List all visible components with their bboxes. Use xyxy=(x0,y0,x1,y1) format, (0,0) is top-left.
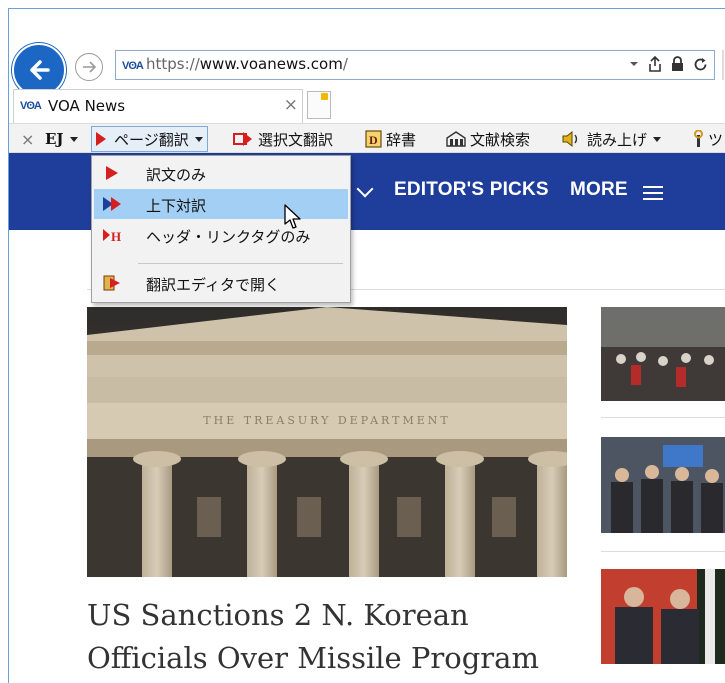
tools-button[interactable]: ツ xyxy=(692,128,723,150)
header-translate-icon: H xyxy=(103,229,121,244)
ej-label: EJ xyxy=(45,130,64,148)
meeting-photo xyxy=(601,437,725,533)
menu-separator xyxy=(138,263,343,264)
dictionary-icon: D xyxy=(365,130,382,148)
tab-close-icon[interactable]: × xyxy=(284,95,298,115)
site-favicon-icon: VʘA xyxy=(122,60,144,72)
selection-translate-icon xyxy=(233,132,252,146)
translation-editor-icon xyxy=(103,275,120,291)
tab-voa-news[interactable]: VʘA VOA News × xyxy=(13,89,303,123)
literature-search-button[interactable]: 文献検索 xyxy=(445,128,530,150)
address-divider xyxy=(722,50,724,80)
browser-window: VʘA https://www.voanews.com/ VʘA VOA New… xyxy=(8,8,725,683)
menu-item-label: 翻訳エディタで開く xyxy=(146,276,280,294)
refresh-icon[interactable] xyxy=(693,57,708,72)
inscription-text: THE TREASURY DEPARTMENT xyxy=(203,414,450,427)
parallel-translate-icon xyxy=(103,197,121,211)
hamburger-menu-icon[interactable] xyxy=(643,186,663,204)
mouse-cursor-icon xyxy=(284,204,301,229)
speaker-icon xyxy=(562,130,578,148)
chevron-down-icon xyxy=(194,136,203,142)
read-aloud-label: 読み上げ xyxy=(587,130,648,149)
translation-toolbar: × EJ ページ翻訳 選択文翻訳 D 辞書 文献検索 読み上げ ツ xyxy=(9,123,725,153)
menu-item-parallel-translation[interactable]: 上下対訳 xyxy=(94,189,348,219)
new-tab-button[interactable] xyxy=(307,91,331,119)
selection-translate-label: 選択文翻訳 xyxy=(258,130,334,149)
tab-favicon-icon: VʘA xyxy=(20,100,42,112)
toolbar-close-icon[interactable]: × xyxy=(21,128,34,150)
ej-menu-button[interactable]: EJ xyxy=(45,128,78,150)
tools-label: ツ xyxy=(708,130,724,149)
lock-icon[interactable] xyxy=(671,56,684,72)
menu-item-header-link-only[interactable]: H ヘッダ・リンクタグのみ xyxy=(94,220,348,250)
dictionary-button[interactable]: D 辞書 xyxy=(365,128,416,150)
thumbnail-divider xyxy=(601,551,725,552)
forward-button[interactable] xyxy=(75,53,103,81)
page-translate-label: ページ翻訳 xyxy=(114,130,189,149)
literature-search-icon xyxy=(446,131,466,147)
crowd-photo xyxy=(601,307,725,401)
chevron-down-icon xyxy=(69,136,78,142)
headline-line-1: US Sanctions 2 N. Korean xyxy=(87,598,469,632)
page-translate-button[interactable]: ページ翻訳 xyxy=(91,126,208,152)
dropdown-icon[interactable] xyxy=(629,60,639,68)
menu-item-translation-only[interactable]: 訳文のみ xyxy=(94,158,348,188)
navigation-bar: VʘA https://www.voanews.com/ xyxy=(9,9,725,99)
chevron-down-icon xyxy=(653,136,662,142)
tab-title: VOA News xyxy=(48,97,126,115)
dictionary-label: 辞書 xyxy=(386,130,417,149)
translate-arrow-icon xyxy=(96,132,106,146)
svg-text:D: D xyxy=(369,133,378,147)
chevron-down-icon[interactable] xyxy=(356,180,374,198)
hero-image[interactable]: THE TREASURY DEPARTMENT xyxy=(87,307,567,577)
url-prefix: https:// xyxy=(146,55,200,73)
nav-more[interactable]: MORE xyxy=(570,179,628,201)
nav-editors-picks[interactable]: EDITOR'S PICKS xyxy=(394,179,549,201)
treasury-building-image: THE TREASURY DEPARTMENT xyxy=(87,307,567,577)
menu-item-label: 訳文のみ xyxy=(146,166,207,184)
selection-translate-button[interactable]: 選択文翻訳 xyxy=(233,128,333,150)
forward-arrow-icon xyxy=(83,61,97,73)
wrench-icon xyxy=(694,130,703,147)
menu-item-label: 上下対訳 xyxy=(146,197,207,215)
svg-text:H: H xyxy=(111,229,121,244)
url-host: www.voanews.com xyxy=(199,55,343,73)
story-thumbnail[interactable] xyxy=(601,569,725,664)
address-actions xyxy=(629,56,708,72)
hero-headline[interactable]: US Sanctions 2 N. Korean Officials Over … xyxy=(87,594,567,680)
url-suffix: / xyxy=(342,55,348,73)
story-thumbnail[interactable] xyxy=(601,307,725,401)
back-arrow-icon xyxy=(30,60,50,80)
read-aloud-button[interactable]: 読み上げ xyxy=(561,128,662,150)
translate-arrow-icon xyxy=(106,166,118,180)
thumbnail-divider xyxy=(601,417,725,418)
share-icon[interactable] xyxy=(648,56,662,72)
literature-search-label: 文献検索 xyxy=(470,130,531,149)
address-bar[interactable]: VʘA https://www.voanews.com/ xyxy=(115,50,715,80)
headline-line-2: Officials Over Missile Program xyxy=(87,641,539,675)
story-thumbnail[interactable] xyxy=(601,437,725,533)
url-text[interactable]: https://www.voanews.com/ xyxy=(146,55,348,73)
menu-item-open-editor[interactable]: 翻訳エディタで開く xyxy=(94,268,348,298)
page-translate-menu: 訳文のみ 上下対訳 H ヘッダ・リンクタグのみ 翻訳エディタで開く xyxy=(91,155,351,303)
handshake-photo xyxy=(601,569,725,664)
